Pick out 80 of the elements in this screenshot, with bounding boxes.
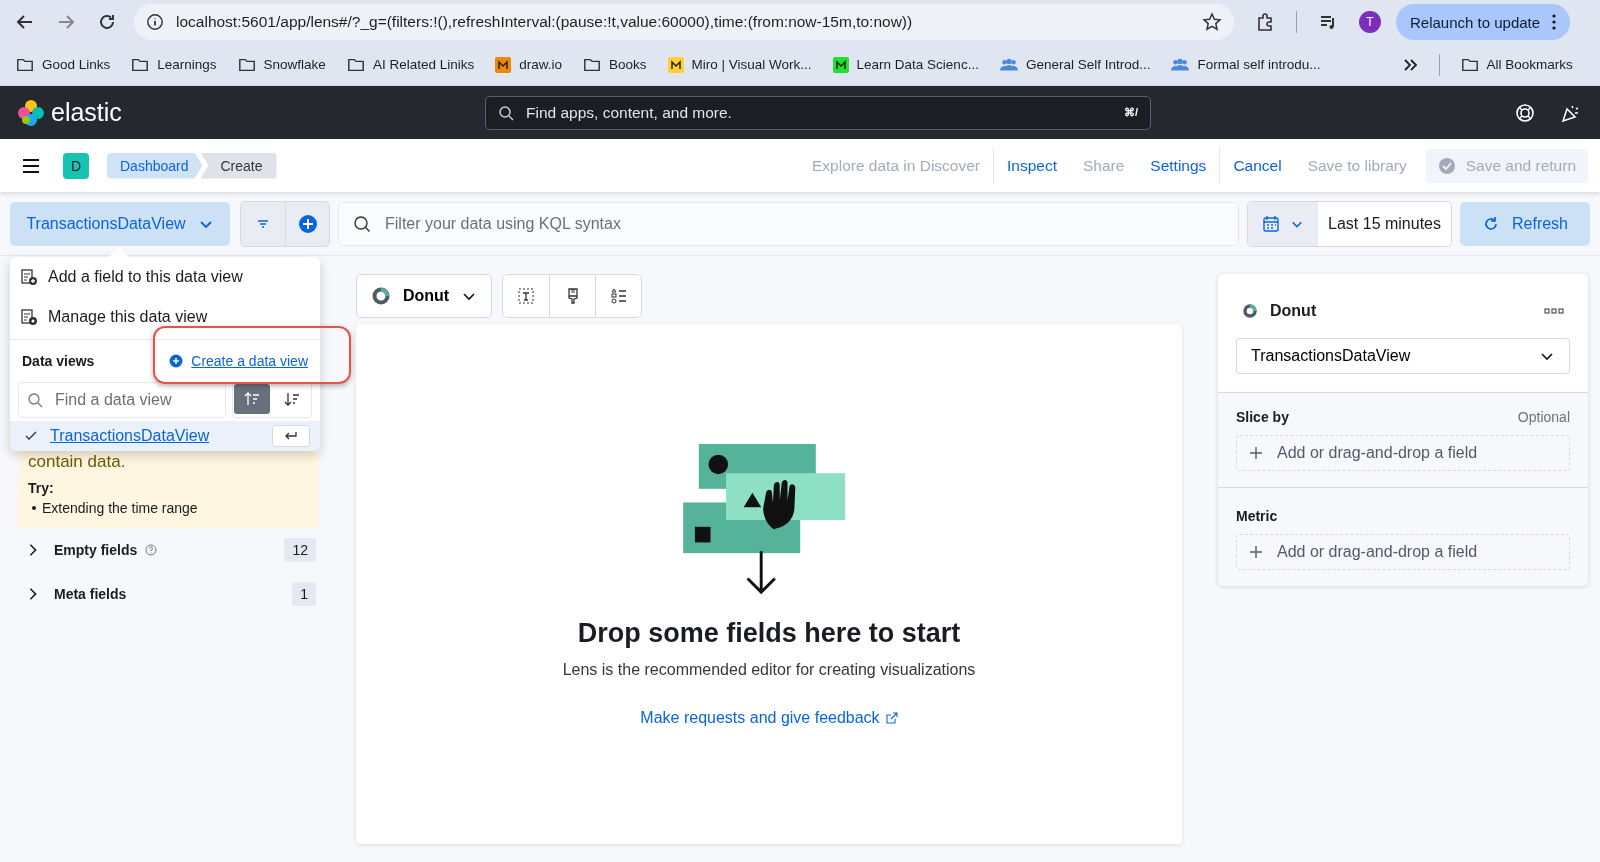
bookmark-link[interactable]: Books <box>609 57 647 72</box>
callout-text: contain data. <box>28 452 127 472</box>
bookmark-link[interactable]: Formal self introdu... <box>1197 57 1321 72</box>
check-icon <box>1437 156 1456 175</box>
bookmark-link[interactable]: All Bookmarks <box>1486 57 1573 72</box>
relaunch-button[interactable]: Relaunch to update <box>1396 4 1571 40</box>
kebab-icon <box>1552 14 1557 30</box>
document-icon <box>20 268 38 286</box>
space-avatar[interactable]: D <box>63 152 89 179</box>
add-field-button[interactable]: Add or drag-and-drop a field <box>1236 534 1570 570</box>
callout-heading: Try: <box>28 480 55 496</box>
plus-icon <box>1249 446 1263 460</box>
sort-ascending-button[interactable] <box>234 384 270 414</box>
search-icon <box>353 214 371 233</box>
optional-label: Optional <box>1517 409 1570 425</box>
breadcrumb[interactable]: Dashboard <box>107 152 203 179</box>
donut-icon <box>1242 303 1258 319</box>
chevrons-icon[interactable] <box>1401 56 1418 73</box>
date-quick-menu[interactable] <box>1248 201 1319 246</box>
search-icon <box>498 104 514 121</box>
feedback-link[interactable]: Make requests and give feedback <box>640 709 898 727</box>
bookmark-link[interactable]: General Self Introd... <box>1025 57 1151 72</box>
data-view-picker[interactable]: TransactionsDataView <box>10 201 230 246</box>
refresh-button[interactable]: Refresh <box>1460 201 1590 246</box>
search-field[interactable]: Find a data view <box>18 382 226 418</box>
sort-icon <box>284 391 300 407</box>
bullet-icon <box>32 506 36 510</box>
bookmark-link[interactable]: draw.io <box>519 57 562 72</box>
menu-item[interactable]: Manage this data view <box>10 297 320 337</box>
info-icon[interactable] <box>146 13 164 31</box>
empty-state-text: Lens is the recommended editor for creating visualizations <box>562 661 976 679</box>
header-link[interactable]: Settings <box>1137 156 1220 175</box>
plus-icon <box>169 354 184 368</box>
calendar-icon <box>1262 214 1281 233</box>
text-icon <box>517 287 535 305</box>
more-icon[interactable] <box>1544 308 1564 314</box>
bookmark-link[interactable]: AI Related Liniks <box>372 57 475 72</box>
logo-text[interactable]: elastic <box>51 98 122 127</box>
data-view-select[interactable]: TransactionsDataView <box>1236 338 1570 374</box>
list-icon <box>609 287 628 305</box>
header-link[interactable]: Cancel <box>1220 156 1295 175</box>
create-data-view-link[interactable]: Create a data view <box>169 353 308 369</box>
plus-icon <box>297 213 318 234</box>
count-badge: 1 <box>292 582 316 606</box>
dimension-label: Metric <box>1236 508 1278 524</box>
data-view-option[interactable]: TransactionsDataView <box>10 421 320 451</box>
count-badge: 12 <box>284 538 316 562</box>
section-title: Data views <box>22 353 95 369</box>
address-bar[interactable]: localhost:5601/app/lens#/?_g=(filters:!(),refreshInterval:(pause:!t,value:60000),time:(from:now-15m,to:now)) <box>134 4 1234 40</box>
shortcut-hint: ⌘/ <box>1123 106 1138 119</box>
header-link[interactable]: Inspect <box>994 156 1070 175</box>
sort-icon <box>244 391 260 407</box>
global-search-field[interactable]: Find apps, content, and more. ⌘/ <box>485 95 1151 130</box>
bookmark-link[interactable]: Learn Data Scienc... <box>856 57 979 72</box>
donut-icon <box>370 286 391 306</box>
logo-icon[interactable] <box>17 98 45 127</box>
plus-icon <box>1249 545 1263 559</box>
puzzle-icon[interactable] <box>1255 12 1275 32</box>
field-group-title[interactable]: Empty fields <box>54 542 138 558</box>
bookmark-link[interactable]: Miro | Visual Work... <box>691 57 812 72</box>
refresh-icon <box>1482 214 1500 233</box>
profile-avatar[interactable]: T <box>1359 11 1381 33</box>
chart-type-picker[interactable]: Donut <box>356 274 492 318</box>
document-icon <box>20 308 38 326</box>
menu-item[interactable]: Add a field to this data view <box>10 257 320 297</box>
dimension-label: Slice by <box>1236 409 1289 425</box>
layer-title: Donut <box>1270 302 1317 320</box>
external-link-icon <box>885 712 898 724</box>
suggestion-item: Extending the time range <box>42 500 198 516</box>
add-field-button[interactable]: Add or drag-and-drop a field <box>1236 435 1570 471</box>
star-icon[interactable] <box>1202 12 1222 32</box>
breadcrumb[interactable]: Create <box>200 152 277 179</box>
bookmark-link[interactable]: Good Links <box>42 57 111 72</box>
field-group-title[interactable]: Meta fields <box>54 586 127 602</box>
reload-icon[interactable] <box>97 12 117 32</box>
search-icon <box>27 392 43 408</box>
query-field[interactable]: Filter your data using KQL syntax <box>338 201 1240 246</box>
empty-state-title: Drop some fields here to start <box>577 618 961 649</box>
bookmark-link[interactable]: Learnings <box>157 57 217 72</box>
bookmark-link[interactable]: Snowflake <box>263 57 326 72</box>
